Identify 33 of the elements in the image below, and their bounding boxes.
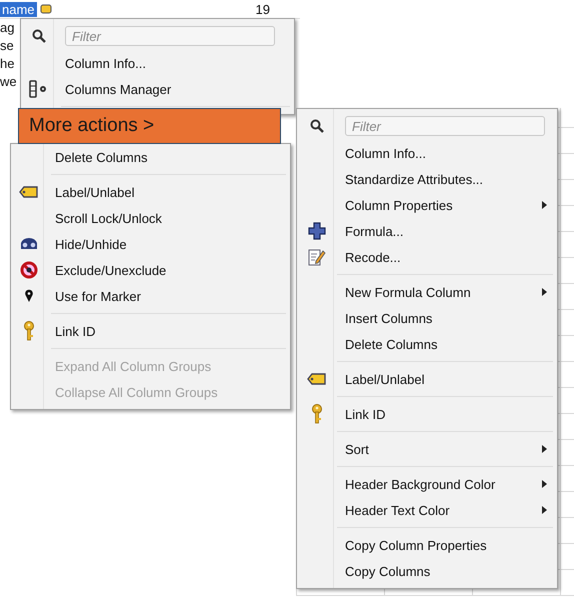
menu-item[interactable]: Exclude/Unexclude (55, 262, 166, 278)
menu-item[interactable]: New Formula Column (345, 284, 471, 300)
menu-item[interactable]: Use for Marker (55, 288, 141, 304)
table-cell: se (0, 38, 14, 53)
menu-item[interactable]: Column Info... (65, 56, 146, 70)
menu-item[interactable]: Column Properties (345, 198, 453, 212)
table-cell: 19 (256, 2, 270, 16)
menu-item[interactable]: Standardize Attributes... (345, 172, 484, 186)
menu-item[interactable]: Delete Columns (345, 336, 438, 352)
menu-item[interactable]: Header Background Color (345, 476, 496, 492)
menu-item[interactable]: Delete Columns (55, 150, 148, 164)
menu-item[interactable]: Columns Manager (65, 82, 172, 96)
filter-field[interactable]: Filter (345, 116, 545, 136)
menu-item[interactable]: Scroll Lock/Unlock (55, 210, 162, 226)
more-actions-banner: More actions > (18, 108, 281, 144)
table-cell: ag (0, 20, 14, 35)
menu-item[interactable]: Header Text Color (345, 502, 450, 518)
table-cell: he (0, 56, 14, 71)
menu-item[interactable]: Formula... (345, 224, 404, 238)
menu-item[interactable]: Link ID (345, 406, 386, 422)
menu-item[interactable]: Copy Column Properties (345, 538, 487, 552)
table-cell: we (0, 74, 17, 89)
column-header[interactable]: name (0, 2, 37, 16)
menu-item[interactable]: Column Info... (345, 146, 426, 160)
menu-item[interactable]: Label/Unlabel (55, 184, 135, 200)
menu-item[interactable]: Recode... (345, 250, 401, 264)
menu-item[interactable]: Insert Columns (345, 310, 432, 326)
menu-item[interactable]: Link ID (55, 324, 96, 338)
menu-item[interactable]: Hide/Unhide (55, 236, 127, 252)
menu-item[interactable]: Sort (345, 442, 369, 456)
menu-item[interactable]: Copy Columns (345, 564, 430, 578)
menu-item[interactable]: Label/Unlabel (345, 372, 425, 386)
filter-field[interactable]: Filter (65, 26, 275, 46)
